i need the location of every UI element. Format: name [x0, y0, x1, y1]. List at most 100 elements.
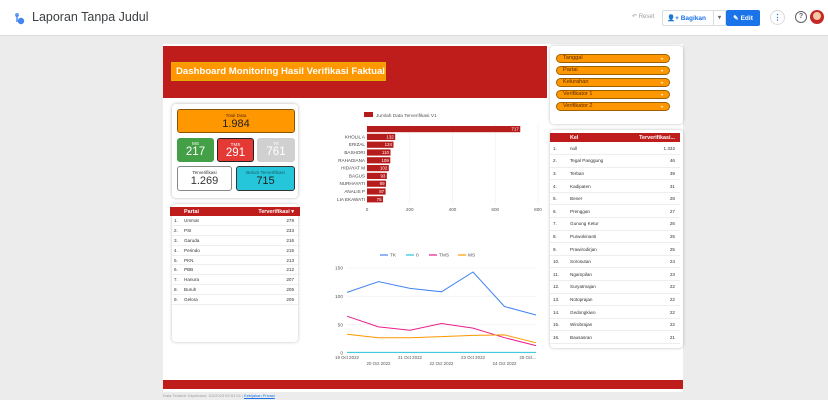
- y-tick-label: 150: [335, 266, 343, 272]
- privacy-link[interactable]: Kebijakan Privasi: [244, 393, 275, 398]
- x-tick-label: 25 Oct...: [519, 355, 536, 360]
- table-cell-value: 22: [619, 305, 680, 319]
- table-cell-no: 3.: [170, 235, 180, 246]
- table-row[interactable]: 16. Bausasran 21: [550, 330, 680, 344]
- table-cell-no: 7.: [170, 274, 180, 286]
- table-row[interactable]: 9. Gelora 205: [170, 294, 300, 305]
- table-row[interactable]: 1. null 1.332: [550, 142, 680, 156]
- table-cell-no: 12.: [550, 280, 568, 294]
- table-cell-name: Wirobrajan: [568, 318, 620, 332]
- edit-button[interactable]: ✎ Edit: [726, 10, 760, 26]
- more-options-icon[interactable]: ⋮: [770, 10, 785, 25]
- total-data-card: Total Data 1.984: [177, 109, 295, 133]
- table-cell-no: 8.: [550, 230, 568, 244]
- ms-card: MS 217: [177, 138, 214, 162]
- table-row[interactable]: 8. Purwokinanti 25: [550, 230, 680, 244]
- table-row[interactable]: 4. Kadipaten 31: [550, 179, 680, 193]
- table-row[interactable]: 12. Suryatmajan 22: [550, 280, 680, 294]
- table-row[interactable]: 11. Ngampilan 23: [550, 267, 680, 282]
- y-category-label: BAGUS: [349, 173, 365, 178]
- table-row[interactable]: 3. Garuda 216: [170, 235, 300, 246]
- legend-swatch: [364, 112, 373, 117]
- table-row[interactable]: 6. PBB 212: [170, 264, 300, 276]
- table-cell-name: Perindo: [180, 245, 219, 256]
- series-line[interactable]: [346, 315, 537, 347]
- table-cell-no: 6.: [170, 264, 180, 276]
- table-row[interactable]: 14. Gedongkiwo 22: [550, 305, 680, 319]
- column-header-kel[interactable]: Kel: [568, 133, 620, 142]
- table-row[interactable]: 7. Gunung Ketur 26: [550, 217, 680, 231]
- table-header-blank: [550, 133, 568, 142]
- filter-control[interactable]: Tanggal ▾: [556, 54, 670, 63]
- table-row[interactable]: 7. Hanura 207: [170, 274, 300, 286]
- table-cell-value: 215: [218, 245, 300, 256]
- table-cell-value: 46: [619, 154, 680, 168]
- table-header-blank: [170, 207, 180, 216]
- column-header-partai[interactable]: Partai: [180, 207, 219, 216]
- chevron-down-icon: ▾: [660, 104, 663, 109]
- table-cell-value: 22: [619, 318, 680, 332]
- filter-control[interactable]: Partai ▾: [556, 66, 670, 75]
- table-cell-value: 278: [218, 216, 300, 227]
- column-header-terverifikasi[interactable]: Terverifikasi ▾: [218, 207, 300, 216]
- chevron-down-icon: ▾: [660, 56, 663, 61]
- table-cell-value: 22: [619, 280, 680, 294]
- table-cell-name: null: [568, 142, 620, 156]
- table-row[interactable]: 5. Bener 28: [550, 192, 680, 206]
- pencil-icon: ✎: [733, 15, 739, 22]
- x-tick-label: 800: [534, 207, 542, 212]
- table-row[interactable]: 6. Prenggan 27: [550, 204, 680, 219]
- daily-line-chart: 0 50 100 150 19 Oct 2022 20 Oct 2022 21 Oct 20…: [300, 240, 550, 380]
- table-cell-value: 205: [218, 294, 300, 305]
- table-cell-value: 24: [619, 255, 680, 269]
- table-row[interactable]: 15. Wirobrajan 22: [550, 318, 680, 332]
- table-row[interactable]: 1. Ummat 278: [170, 216, 300, 227]
- chevron-down-icon: ▾: [660, 92, 663, 97]
- table-row[interactable]: 5. PKN 213: [170, 255, 300, 266]
- table-row[interactable]: 4. Perindo 215: [170, 245, 300, 256]
- table-row[interactable]: 13. Notoprajan 22: [550, 293, 680, 307]
- footer-note: Data Terakhir Diperbarui: 4/2/2025 09.51…: [163, 393, 275, 398]
- share-button[interactable]: 👤+ Bagikan ▾: [662, 10, 726, 26]
- help-icon[interactable]: ?: [795, 11, 807, 23]
- legend-label: TK: [390, 253, 397, 259]
- bar-value-label: 717: [511, 127, 519, 132]
- table-row[interactable]: 3. Terban 39: [550, 167, 680, 181]
- table-cell-no: 6.: [550, 204, 568, 219]
- table-row[interactable]: 10. Sorosutan 24: [550, 255, 680, 269]
- avatar[interactable]: [810, 10, 824, 24]
- bar-chart-svg: Jumlah Data Terverifikasi V1 0 200 400 600 80…: [337, 112, 542, 212]
- table-row[interactable]: 2. Tegal Panggung 46: [550, 154, 680, 168]
- y-category-label: ERIZAL: [349, 142, 366, 147]
- table-row[interactable]: 9. Prawirodirjan 25: [550, 242, 680, 256]
- filter-control[interactable]: Verifikator 1 ▾: [556, 90, 670, 99]
- table-cell-value: 216: [218, 235, 300, 246]
- filter-control[interactable]: Kelurahan ▾: [556, 78, 670, 87]
- add-person-icon: 👤+: [667, 15, 681, 22]
- table-cell-value: 233: [218, 225, 300, 237]
- filter-control[interactable]: Verifikator 2 ▾: [556, 102, 670, 111]
- party-table: Partai Terverifikasi ▾ 1. Ummat 278 2. PSI 23…: [170, 207, 300, 305]
- report-title[interactable]: Laporan Tanpa Judul: [32, 10, 149, 24]
- column-header-terverifikasi[interactable]: Terverifikasi...: [619, 133, 680, 142]
- bar[interactable]: [367, 126, 521, 133]
- y-category-label: BASHORI: [344, 150, 365, 155]
- series-line[interactable]: [346, 271, 537, 316]
- table-cell-name: Hanura: [180, 274, 219, 286]
- table-cell-no: 4.: [550, 179, 568, 193]
- table-cell-value: 1.332: [619, 142, 680, 156]
- verifikator-bar-chart: Jumlah Data Terverifikasi V1 0 200 400 600 80…: [300, 108, 550, 228]
- share-dropdown-icon[interactable]: ▾: [713, 11, 725, 25]
- x-tick-label: 23 Oct 2022: [461, 355, 485, 360]
- y-tick-label: 50: [338, 322, 344, 328]
- table-cell-name: Sorosutan: [568, 255, 620, 269]
- y-category-label: HIDAYAT M: [341, 166, 365, 171]
- reset-button[interactable]: ↶ Reset: [632, 13, 654, 20]
- table-cell-name: Bausasran: [568, 330, 620, 344]
- table-row[interactable]: 8. Buruh 205: [170, 284, 300, 295]
- table-cell-value: 39: [619, 167, 680, 181]
- table-row[interactable]: 2. PSI 233: [170, 225, 300, 237]
- table-cell-no: 2.: [170, 225, 180, 237]
- table-cell-value: 205: [218, 284, 300, 295]
- table-cell-name: Kadipaten: [568, 179, 620, 193]
